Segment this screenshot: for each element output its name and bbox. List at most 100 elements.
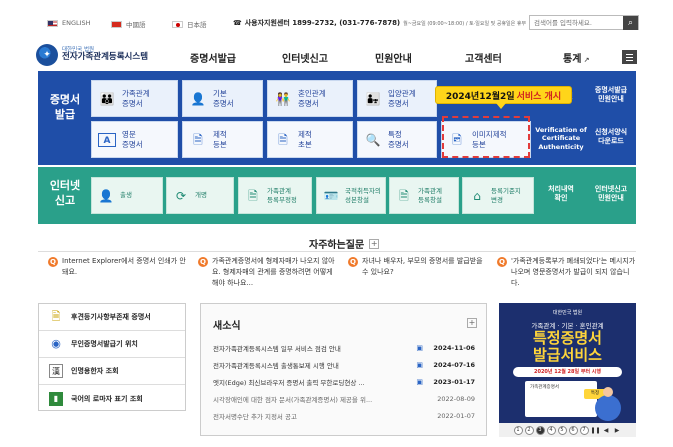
verification-authenticity-link[interactable]: Verification of Certificate Authenticity — [534, 126, 588, 151]
jp-flag-icon — [172, 20, 183, 28]
banner-page-dot[interactable]: 5 — [557, 425, 567, 435]
tile-label: 입양관계 증명서 — [388, 89, 416, 108]
tile-label: 국적취득자의 성본창설 — [345, 187, 381, 204]
news-item[interactable]: 전자가족관계등록시스템 일부 서비스 점검 안내 ▣ 2024-11-06 — [213, 340, 475, 355]
callout-date: 2024년12월2일 — [445, 91, 515, 102]
faq-item[interactable]: Q 자녀나 배우자, 부모의 증명서를 발급받을 수 있나요? — [348, 256, 488, 278]
pause-icon[interactable]: ❚❚ — [591, 426, 601, 435]
faq-question: Internet Explorer에서 증명서 인쇄가 안돼요. — [62, 257, 186, 276]
tile-name-change[interactable]: ⟳ 개명 — [166, 177, 234, 214]
faq-more-button[interactable]: + — [369, 238, 380, 249]
banner-page-dot[interactable]: 1 — [513, 425, 523, 435]
quick-link-label: 후견등기사항부존재 증명서 — [71, 313, 151, 321]
search-button[interactable]: ⌕ — [623, 16, 638, 30]
english-doc-icon: A — [98, 132, 116, 147]
site-logo[interactable]: ✦ 대한민국 법원 전자가족관계등록시스템 — [36, 44, 148, 66]
tile-birth-report[interactable]: 👤 출생 — [91, 177, 163, 214]
nav-item-internet-report[interactable]: 인터넷신고 — [282, 50, 328, 65]
banner-page-dot[interactable]: 6 — [568, 425, 578, 435]
person-refresh-icon: ⟳ — [175, 188, 187, 203]
main-nav: ✦ 대한민국 법원 전자가족관계등록시스템 증명서발급 인터넷신고 민원안내 고… — [0, 44, 673, 72]
report-civil-guide-link[interactable]: 인터넷신고 민원안내 — [588, 185, 634, 203]
faq-item[interactable]: Q Internet Explorer에서 증명서 인쇄가 안돼요. — [48, 256, 188, 278]
form-download-link[interactable]: 신청서양식 다운로드 — [588, 128, 634, 146]
search-icon: ⌕ — [628, 18, 634, 28]
menu-button[interactable] — [622, 50, 637, 64]
tile-removed-transcript[interactable]: 🗎 제적 등본 — [182, 121, 263, 158]
next-arrow-icon[interactable]: ▶ — [613, 426, 622, 435]
lang-chinese-label: 中國語 — [126, 21, 146, 29]
tile-adoption-cert[interactable]: 👨‍👧 입양관계 증명서 — [357, 80, 437, 117]
tile-marriage-cert[interactable]: 👫 혼인관계 증명서 — [267, 80, 353, 117]
nav-item-civil-guide[interactable]: 민원안내 — [375, 50, 412, 65]
news-item[interactable]: 전자가족관계등록시스템 출생통보제 시행 안내 ▣ 2024-07-16 — [213, 357, 475, 372]
top-bar: ENGLISH 中國語 日本語 ☎ 사용자지원센터 1899-2732, (03… — [0, 0, 673, 44]
tile-label: 가족관계 등록창설 — [418, 187, 442, 204]
couple-icon: 👫 — [275, 91, 291, 106]
tile-specific-cert[interactable]: 🔍 특정 증명서 — [357, 121, 437, 158]
news-item-title: 전자서명수단 추가 지정서 공고 — [213, 412, 297, 421]
tile-label: 제적 초본 — [298, 130, 312, 149]
cn-flag-icon — [111, 20, 122, 28]
news-item[interactable]: 전자서명수단 추가 지정서 공고 2022-01-07 — [213, 408, 475, 423]
process-history-link[interactable]: 처리내역 확인 — [537, 185, 585, 203]
tile-label: 개명 — [195, 191, 207, 200]
external-link-icon: ↗ — [581, 56, 590, 64]
tile-removed-abstract[interactable]: 🗎 제적 초본 — [267, 121, 353, 158]
banner-page-dot[interactable]: 7 — [579, 425, 589, 435]
quick-link-guardianship-cert[interactable]: 🗎 후견등기사항부존재 증명서 — [39, 304, 185, 331]
faq-question: 자녀나 배우자, 부모의 증명서를 발급받을 수 있나요? — [362, 257, 483, 276]
issue-panel-label: 증명서 발급 — [49, 93, 81, 122]
question-icon: Q — [497, 257, 507, 267]
quick-link-kiosk-location[interactable]: ◉ 무인증명서발급기 위치 — [39, 331, 185, 358]
document-plus-icon: 🗎 — [399, 188, 409, 203]
banner-page-dot[interactable]: 4 — [546, 425, 556, 435]
question-icon: Q — [198, 257, 208, 267]
new-badge-icon: ▣ — [416, 360, 423, 369]
lang-chinese-link[interactable]: 中國語 — [111, 19, 146, 29]
cert-civil-guide-link[interactable]: 증명서발급 민원안내 — [588, 86, 634, 104]
tile-registry-correction[interactable]: 🗎 가족관계 등록부정정 — [238, 177, 312, 214]
news-more-button[interactable]: + — [467, 318, 477, 328]
faq-question: 가족관계증명서에 형제자매가 나오지 않아요. 형제자매의 관계를 증명하려면 … — [212, 257, 335, 287]
id-card-icon: 🪪 — [323, 188, 339, 203]
lang-japanese-link[interactable]: 日本語 — [172, 19, 207, 29]
tile-family-relation-cert[interactable]: 👪 가족관계 증명서 — [91, 80, 178, 117]
lang-english-link[interactable]: ENGLISH — [47, 19, 91, 27]
tile-label: 기본 증명서 — [213, 89, 234, 108]
nav-item-statistics[interactable]: 통계 ↗ — [563, 50, 590, 65]
promo-banner[interactable]: 대한민국 법원 가족관계 · 기본 · 혼인관계 특정증명서 발급서비스 202… — [499, 303, 636, 437]
prev-arrow-icon[interactable]: ◀ — [602, 426, 611, 435]
lang-japanese-label: 日本語 — [187, 21, 207, 29]
tile-base-address-change[interactable]: ⌂ 등록기준지 변경 — [462, 177, 534, 214]
faq-item[interactable]: Q 가족관계증명서에 형제자매가 나오지 않아요. 형제자매의 관계를 증명하려… — [198, 256, 338, 289]
tile-label: 가족관계 증명서 — [122, 89, 150, 108]
question-icon: Q — [48, 257, 58, 267]
support-center-info: ☎ 사용자지원센터 1899-2732, (031-776-7878) 월~금요… — [233, 18, 526, 28]
banner-screen-illustration: 가족관계증명서 — [525, 381, 597, 417]
document-icon: 🗎 — [193, 132, 203, 147]
banner-page-dot-active[interactable]: 3 — [535, 425, 545, 435]
house-icon: ⌂ — [473, 188, 481, 203]
tile-naturalized-surname[interactable]: 🪪 국적취득자의 성본창설 — [316, 177, 386, 214]
tile-basic-cert[interactable]: 👤 기본 증명서 — [182, 80, 263, 117]
quick-link-name-hanja[interactable]: 漢 인명용한자 조회 — [39, 358, 185, 385]
tile-registry-creation[interactable]: 🗎 가족관계 등록창설 — [389, 177, 459, 214]
search-input[interactable] — [530, 16, 624, 29]
support-phone: 사용자지원센터 1899-2732, (031-776-7878) — [244, 19, 401, 27]
quick-link-romanization[interactable]: ▮ 국어의 로마자 표기 조회 — [39, 385, 185, 412]
news-item[interactable]: 시각장애인에 대한 점자 문서(가족관계증명서) 제공을 위... 2022-0… — [213, 391, 475, 406]
news-item-title: 전자가족관계등록시스템 출생통보제 시행 안내 — [213, 361, 339, 370]
news-item-date: 2022-08-09 — [437, 394, 475, 403]
faq-heading: 자주하는질문 + — [309, 236, 380, 251]
lang-english-label: ENGLISH — [62, 19, 91, 27]
adoption-icon: 👨‍👧 — [365, 91, 381, 106]
tile-label: 영문 증명서 — [122, 130, 143, 149]
tile-english-cert[interactable]: A 영문 증명서 — [91, 121, 178, 158]
banner-page-dot[interactable]: 2 — [524, 425, 534, 435]
faq-item[interactable]: Q '가족관계등록부가 폐쇄되었다'는 메시지가 나오며 영문증명서가 발급이 … — [497, 256, 637, 289]
nav-item-certificate[interactable]: 증명서발급 — [190, 50, 236, 65]
news-item[interactable]: 엣지(Edge) 최신브라우저 증명서 출력 무한로딩현상 ... ▣ 2023… — [213, 374, 475, 389]
person-illustration-icon — [595, 387, 621, 421]
nav-item-customer-center[interactable]: 고객센터 — [465, 50, 502, 65]
